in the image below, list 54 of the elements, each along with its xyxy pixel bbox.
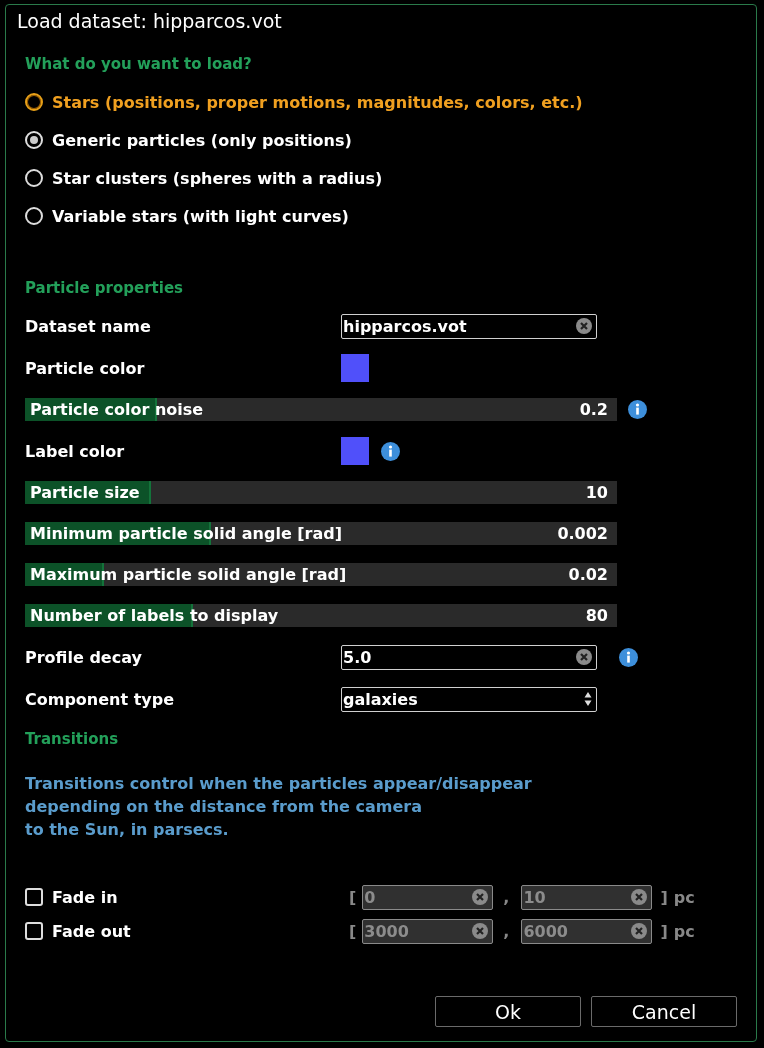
- slider-value: 0.02: [568, 565, 608, 584]
- bracket: ]: [660, 921, 668, 941]
- option-label[interactable]: Variable stars (with light curves): [52, 206, 349, 226]
- slider[interactable]: Particle size 10: [25, 481, 617, 504]
- option-label[interactable]: Stars (positions, proper motions, magnitudes, colors, etc.): [52, 92, 583, 112]
- radio-button[interactable]: [25, 93, 43, 111]
- clear-icon[interactable]: [576, 318, 592, 334]
- separator: ,: [503, 887, 510, 907]
- spinner-arrows-icon: [584, 691, 592, 707]
- info-icon[interactable]: [619, 647, 638, 667]
- dialog-button[interactable]: Ok: [435, 996, 581, 1027]
- input-field[interactable]: hipparcos.vot: [341, 313, 597, 339]
- slider-label: Particle size: [30, 483, 140, 502]
- bracket: ]: [660, 887, 668, 907]
- window-title: Load dataset: hipparcos.vot: [16, 9, 283, 34]
- section-heading: Particle properties: [25, 278, 184, 299]
- section-heading: What do you want to load?: [25, 54, 253, 75]
- slider-label: Number of labels to display: [30, 606, 279, 625]
- radio-button[interactable]: [25, 207, 43, 225]
- slider-value: 80: [585, 606, 608, 625]
- slider-value: 0.002: [557, 524, 608, 543]
- bracket: [: [349, 887, 357, 907]
- dropdown[interactable]: galaxies: [341, 686, 597, 712]
- field-label: Component type: [25, 689, 176, 709]
- option-label[interactable]: Star clusters (spheres with a radius): [52, 168, 383, 188]
- section-heading: Transitions: [25, 729, 120, 750]
- field-label: Particle color: [25, 358, 146, 378]
- slider-value: 10: [585, 483, 608, 502]
- slider[interactable]: Minimum particle solid angle [rad] 0.002: [25, 522, 617, 545]
- info-icon[interactable]: [381, 441, 400, 461]
- field-label: Profile decay: [25, 647, 143, 667]
- slider[interactable]: Particle color noise 0.2: [25, 398, 617, 421]
- slider-label: Minimum particle solid angle [rad]: [30, 524, 343, 543]
- slider-label: Particle color noise: [30, 400, 204, 419]
- option-label[interactable]: Generic particles (only positions): [52, 130, 352, 150]
- unit-label: pc: [673, 921, 695, 941]
- bracket: [: [349, 921, 357, 941]
- slider[interactable]: Number of labels to display 80: [25, 604, 617, 627]
- field-label: Dataset name: [25, 316, 152, 336]
- color-swatch[interactable]: [341, 354, 369, 382]
- slider-value: 0.2: [579, 400, 608, 419]
- info-icon[interactable]: [628, 400, 647, 419]
- slider[interactable]: Maximum particle solid angle [rad] 0.02: [25, 563, 617, 586]
- description-text: Transitions control when the particles appear/disappear depending on the distance from the camera to the Sun, in parsecs.: [25, 773, 533, 841]
- color-swatch[interactable]: [341, 437, 369, 465]
- slider-label: Maximum particle solid angle [rad]: [30, 565, 347, 584]
- radio-button[interactable]: [25, 131, 43, 149]
- separator: ,: [503, 921, 510, 941]
- clear-icon[interactable]: [576, 649, 592, 665]
- radio-button[interactable]: [25, 169, 43, 187]
- unit-label: pc: [673, 887, 695, 907]
- field-label: Label color: [25, 441, 126, 461]
- input-field[interactable]: 5.0: [341, 644, 597, 670]
- dialog-button[interactable]: Cancel: [591, 996, 737, 1027]
